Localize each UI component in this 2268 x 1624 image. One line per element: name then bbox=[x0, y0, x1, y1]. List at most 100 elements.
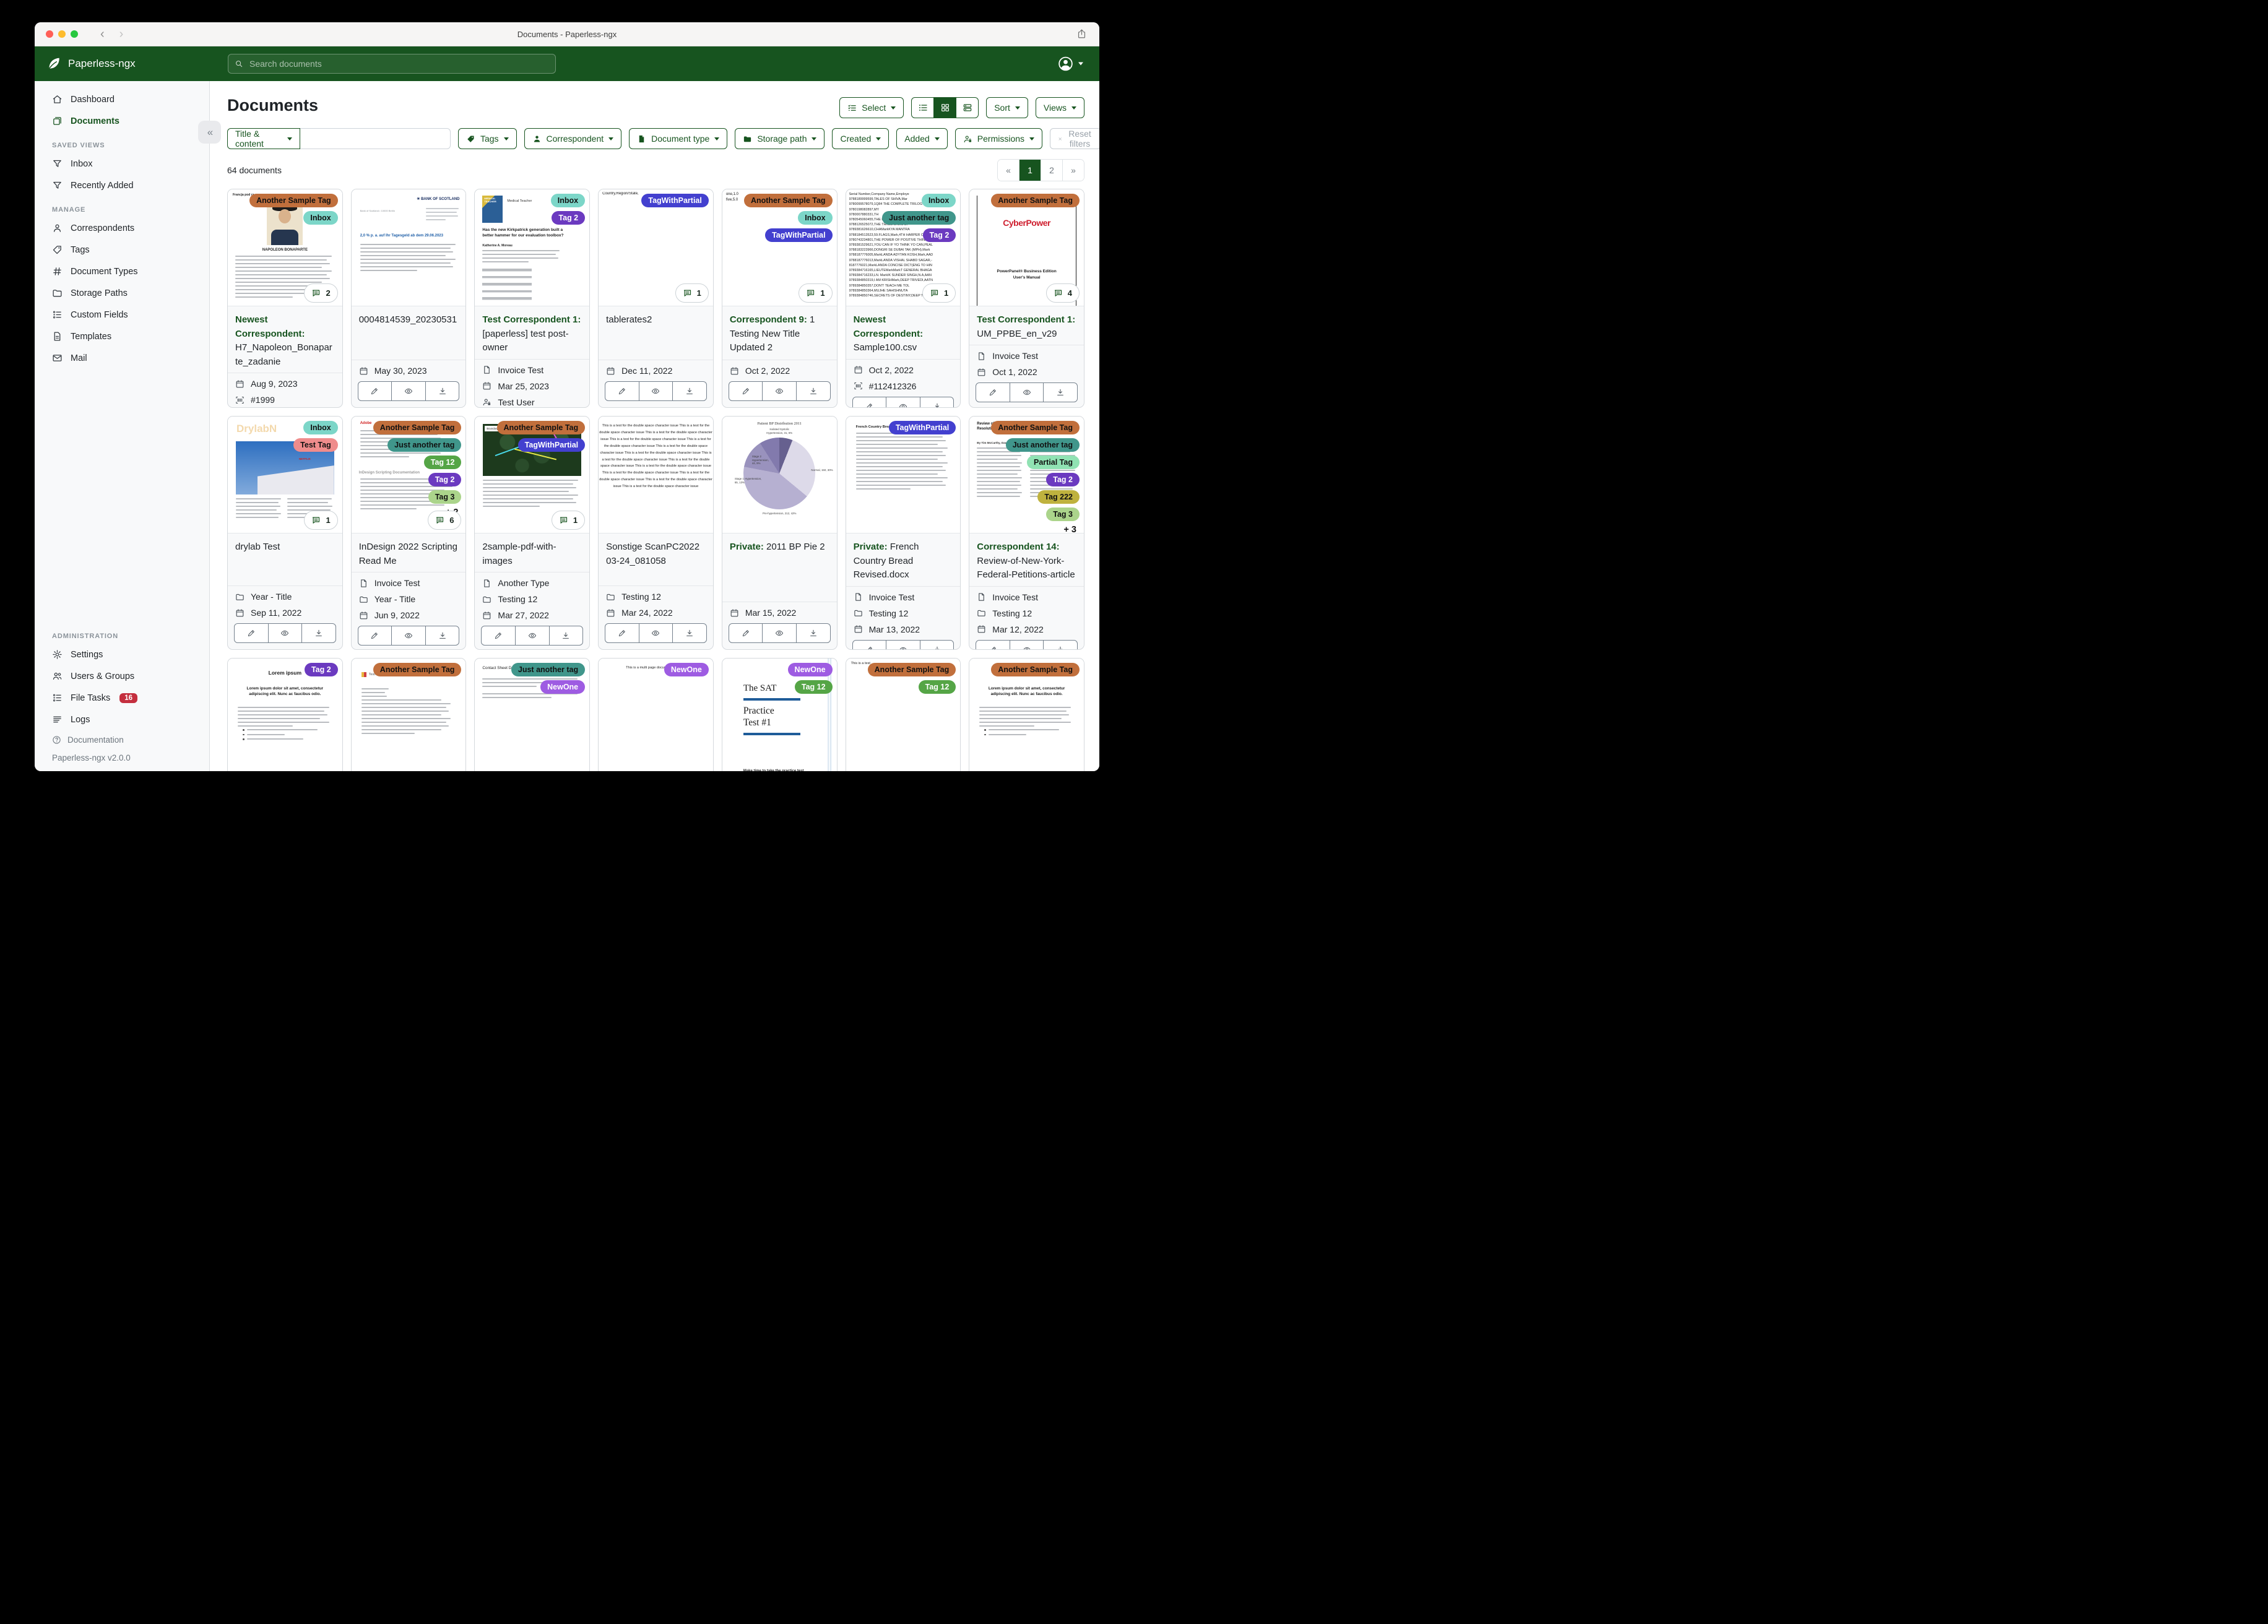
download-button[interactable] bbox=[301, 623, 336, 643]
sidebar-item-mail[interactable]: Mail bbox=[35, 347, 209, 369]
sort-dropdown-button[interactable]: Sort bbox=[986, 97, 1028, 118]
tag-pill[interactable]: Another Sample Tag bbox=[991, 663, 1080, 676]
document-title[interactable]: drylab Test bbox=[228, 533, 342, 585]
notes-badge[interactable]: 1 bbox=[922, 283, 956, 303]
download-button[interactable] bbox=[796, 623, 831, 643]
title-content-input[interactable] bbox=[300, 128, 451, 149]
edit-button[interactable] bbox=[852, 639, 887, 649]
preview-button[interactable] bbox=[886, 639, 920, 649]
tag-pill[interactable]: NewOne bbox=[787, 663, 833, 676]
edit-button[interactable] bbox=[357, 381, 392, 401]
filter-correspondent-button[interactable]: Correspondent bbox=[524, 128, 622, 149]
document-card[interactable]: This is a multi page document. Page 1. N… bbox=[598, 658, 714, 771]
edit-button[interactable] bbox=[605, 381, 639, 401]
reset-filters-button[interactable]: Reset filters bbox=[1050, 128, 1099, 149]
document-card[interactable]: Serial Number,Company Name,Employe 97881… bbox=[845, 189, 961, 408]
tag-pill[interactable]: Tag 2 bbox=[304, 663, 338, 676]
tag-pill[interactable]: Tag 3 bbox=[1046, 508, 1080, 521]
edit-button[interactable] bbox=[481, 626, 516, 646]
edit-button[interactable] bbox=[728, 381, 763, 401]
document-title[interactable]: 0004814539_20230531 bbox=[352, 306, 466, 360]
notes-badge[interactable]: 1 bbox=[304, 511, 338, 530]
minimize-window-button[interactable] bbox=[58, 30, 66, 38]
tag-pill[interactable]: Inbox bbox=[798, 211, 833, 225]
tag-pill[interactable]: NewOne bbox=[540, 680, 586, 694]
tag-pill[interactable]: Tag 12 bbox=[423, 456, 462, 469]
sidebar-item-recently-added[interactable]: Recently Added bbox=[35, 175, 209, 196]
document-card[interactable]: ✳ BANK OF SCOTLAND Bank of Scotland • 10… bbox=[350, 189, 467, 408]
document-title[interactable]: Private: French Country Bread Revised.do… bbox=[846, 533, 961, 586]
notes-badge[interactable]: 6 bbox=[428, 511, 462, 530]
tag-pill[interactable]: Another Sample Tag bbox=[373, 663, 462, 676]
preview-button[interactable] bbox=[515, 626, 550, 646]
notes-badge[interactable]: 1 bbox=[799, 283, 833, 303]
view-grid-button[interactable] bbox=[933, 97, 957, 118]
document-title[interactable]: InDesign 2022 Scripting Read Me bbox=[352, 533, 466, 572]
download-button[interactable] bbox=[796, 381, 831, 401]
download-button[interactable] bbox=[425, 626, 460, 646]
pagination-next[interactable]: » bbox=[1062, 160, 1084, 181]
preview-button[interactable] bbox=[391, 381, 426, 401]
document-card[interactable]: Adobe InDesign Scripting Documentation A… bbox=[350, 416, 467, 650]
search-bar[interactable] bbox=[228, 54, 556, 74]
sidebar-item-dashboard[interactable]: Dashboard bbox=[35, 89, 209, 110]
zoom-window-button[interactable] bbox=[71, 30, 78, 38]
document-title[interactable]: Correspondent 9: 1 Testing New Title Upd… bbox=[722, 306, 837, 360]
preview-button[interactable] bbox=[638, 381, 673, 401]
document-card[interactable]: The SAT Practice Test #1 Make time to tak… bbox=[721, 658, 838, 771]
edit-button[interactable] bbox=[976, 639, 1010, 649]
tag-pill[interactable]: Test Tag bbox=[293, 438, 338, 452]
tag-pill[interactable]: TagWithPartial bbox=[765, 228, 833, 242]
notes-badge[interactable]: 1 bbox=[551, 511, 586, 530]
search-input[interactable] bbox=[248, 58, 549, 69]
document-title[interactable]: Newest Correspondent: Sample100.csv bbox=[846, 306, 961, 359]
preview-button[interactable] bbox=[886, 396, 920, 407]
document-title[interactable]: 2sample-pdf-with-images bbox=[475, 533, 589, 572]
document-card[interactable]: Contact Sheet Demo Just another tag NewOn… bbox=[474, 658, 591, 771]
preview-button[interactable] bbox=[267, 623, 303, 643]
sidebar-item-correspondents[interactable]: Correspondents bbox=[35, 217, 209, 239]
sidebar-item-storage-paths[interactable]: Storage Paths bbox=[35, 282, 209, 304]
document-title[interactable]: tablerates2 bbox=[599, 306, 713, 360]
preview-button[interactable] bbox=[762, 381, 797, 401]
tag-pill[interactable]: Inbox bbox=[550, 194, 586, 207]
download-button[interactable] bbox=[672, 381, 707, 401]
document-card[interactable]: Lorem ipsum Lorem ipsum dolor sit amet, … bbox=[969, 658, 1084, 771]
edit-button[interactable] bbox=[728, 623, 763, 643]
tag-pill[interactable]: Tag 3 bbox=[428, 490, 462, 504]
tag-pill[interactable]: Tag 12 bbox=[794, 680, 833, 694]
tag-pill[interactable]: Another Sample Tag bbox=[867, 663, 956, 676]
sidebar-item-file-tasks[interactable]: File Tasks 16 bbox=[35, 687, 209, 709]
tag-pill[interactable]: Tag 2 bbox=[552, 211, 586, 225]
document-title[interactable]: Private: 2011 BP Pie 2 bbox=[722, 533, 837, 602]
document-card[interactable]: This is a test Another Sample Tag Tag 12 bbox=[845, 658, 961, 771]
tag-pill[interactable]: Inbox bbox=[303, 211, 338, 225]
preview-button[interactable] bbox=[1009, 639, 1044, 649]
sidebar-item-custom-fields[interactable]: Custom Fields bbox=[35, 304, 209, 326]
tag-pill[interactable]: Tag 12 bbox=[918, 680, 956, 694]
user-menu[interactable] bbox=[1057, 56, 1083, 72]
tag-pill[interactable]: Another Sample Tag bbox=[991, 421, 1080, 434]
sidebar-item-inbox[interactable]: Inbox bbox=[35, 153, 209, 175]
document-card[interactable]: one,1.0 five,5.0 Another Sample Tag Inbox… bbox=[721, 189, 838, 408]
sidebar-item-document-types[interactable]: Document Types bbox=[35, 261, 209, 282]
edit-button[interactable] bbox=[852, 396, 887, 407]
filter-storage-path-button[interactable]: Storage path bbox=[735, 128, 825, 149]
back-icon[interactable]: ‹ bbox=[100, 28, 105, 40]
document-card[interactable]: Francja pod rz NAPOLEON BONAPARTE Anothe… bbox=[227, 189, 343, 408]
pagination-page-2[interactable]: 2 bbox=[1041, 160, 1062, 181]
tag-pill[interactable]: Just another tag bbox=[882, 211, 956, 225]
filter-tags-button[interactable]: Tags bbox=[457, 128, 517, 149]
document-title[interactable]: Test Correspondent 1: [paperless] test p… bbox=[475, 306, 589, 359]
tag-pill[interactable]: NewOne bbox=[664, 663, 709, 676]
document-title[interactable]: Sonstige ScanPC2022 03-24_081058 bbox=[599, 533, 713, 585]
preview-button[interactable] bbox=[638, 623, 673, 643]
filter-permissions-button[interactable]: Permissions bbox=[954, 128, 1043, 149]
sidebar-item-logs[interactable]: Logs bbox=[35, 709, 209, 730]
tag-pill[interactable]: TagWithPartial bbox=[641, 194, 709, 207]
documentation-link[interactable]: Documentation bbox=[35, 730, 209, 749]
view-detail-button[interactable] bbox=[956, 97, 979, 118]
document-title[interactable]: Test Correspondent 1: UM_PPBE_en_v29 bbox=[969, 306, 1084, 345]
download-button[interactable] bbox=[919, 639, 954, 649]
tag-pill[interactable]: Another Sample Tag bbox=[496, 421, 586, 434]
